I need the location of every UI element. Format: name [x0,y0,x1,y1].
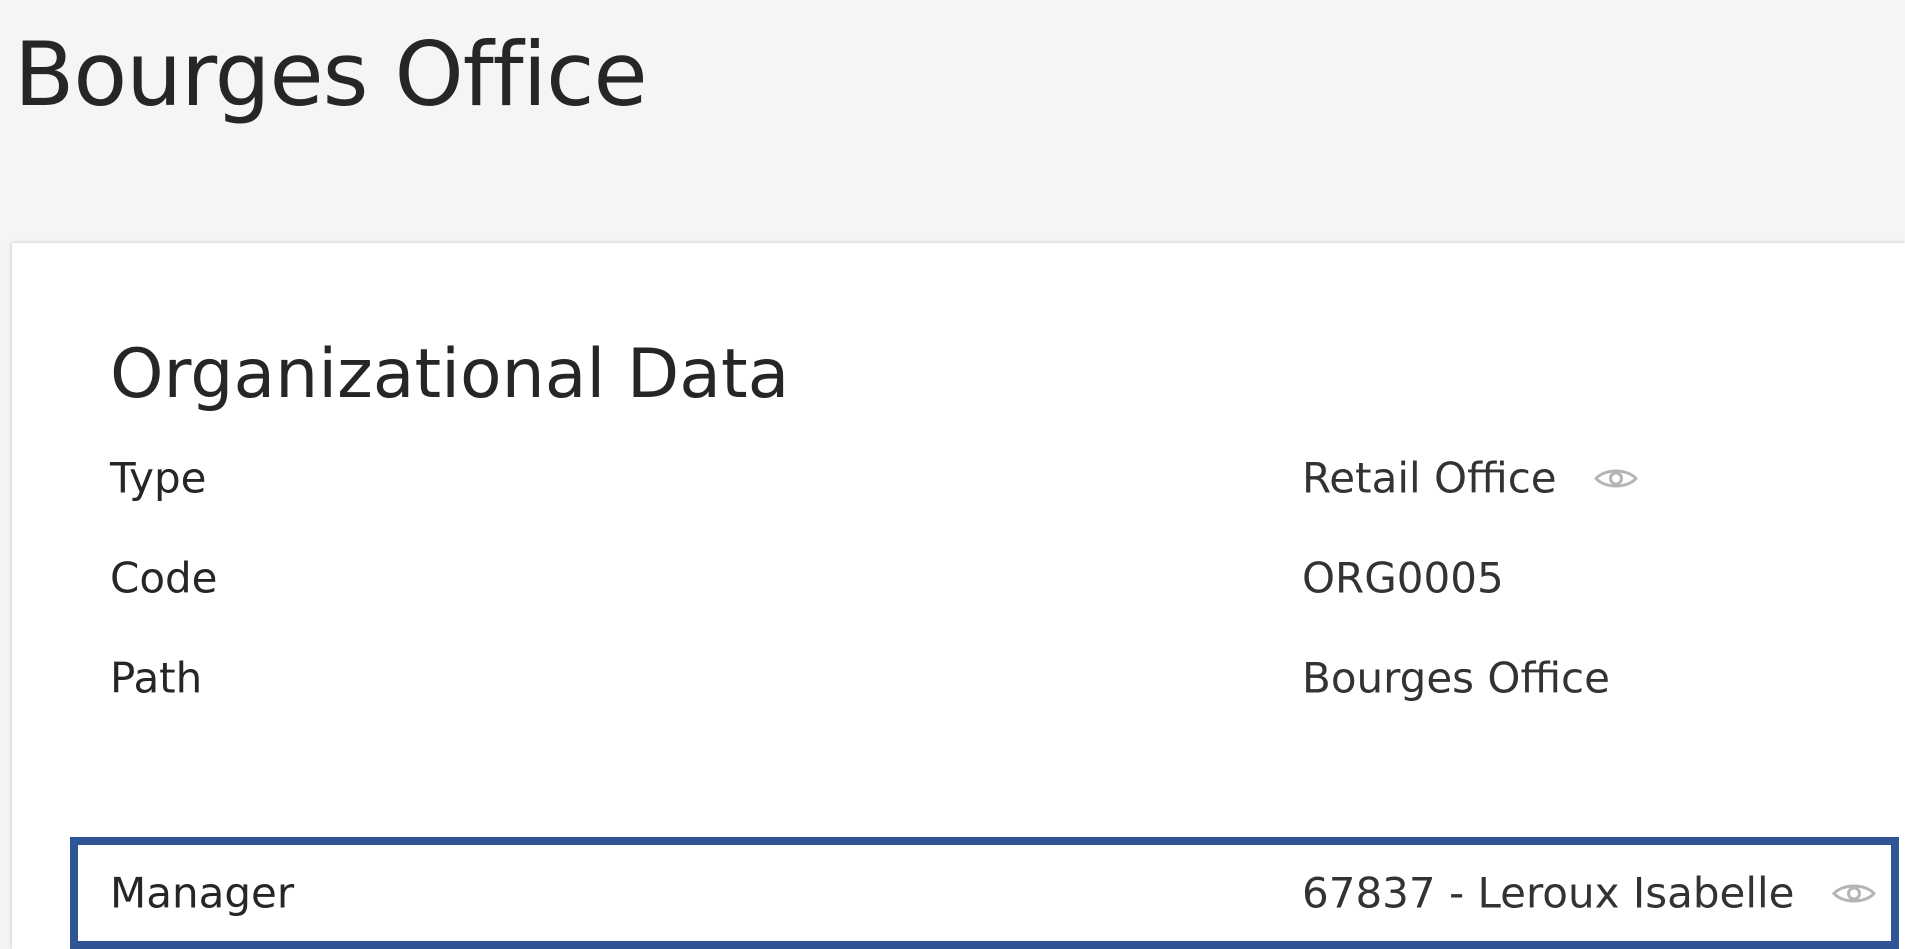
field-value-path: Bourges Office [1302,653,1610,703]
field-row-path: Path Bourges Office [70,628,1899,728]
section-title: Organizational Data [110,335,790,414]
eye-icon[interactable] [1831,880,1877,906]
field-label-path: Path [110,653,203,703]
field-value-code: ORG0005 [1302,553,1504,603]
field-value-type-text: Retail Office [1302,453,1557,503]
field-value-type: Retail Office [1302,454,1639,503]
organizational-data-card: Organizational Data Type Retail Office C… [12,243,1905,949]
field-label-type: Type [110,453,207,503]
page: Bourges Office Organizational Data Type … [0,0,1905,949]
field-row-type: Type Retail Office [70,428,1899,528]
eye-icon[interactable] [1593,465,1639,491]
page-title: Bourges Office [14,23,648,126]
field-label-manager: Manager [110,868,295,918]
field-value-manager-text: 67837 - Leroux Isabelle [1302,868,1795,918]
field-row-manager[interactable]: Manager 67837 - Leroux Isabelle [70,837,1899,949]
field-row-code: Code ORG0005 [70,528,1899,628]
field-label-code: Code [110,553,218,603]
field-value-manager: 67837 - Leroux Isabelle [1302,869,1877,918]
